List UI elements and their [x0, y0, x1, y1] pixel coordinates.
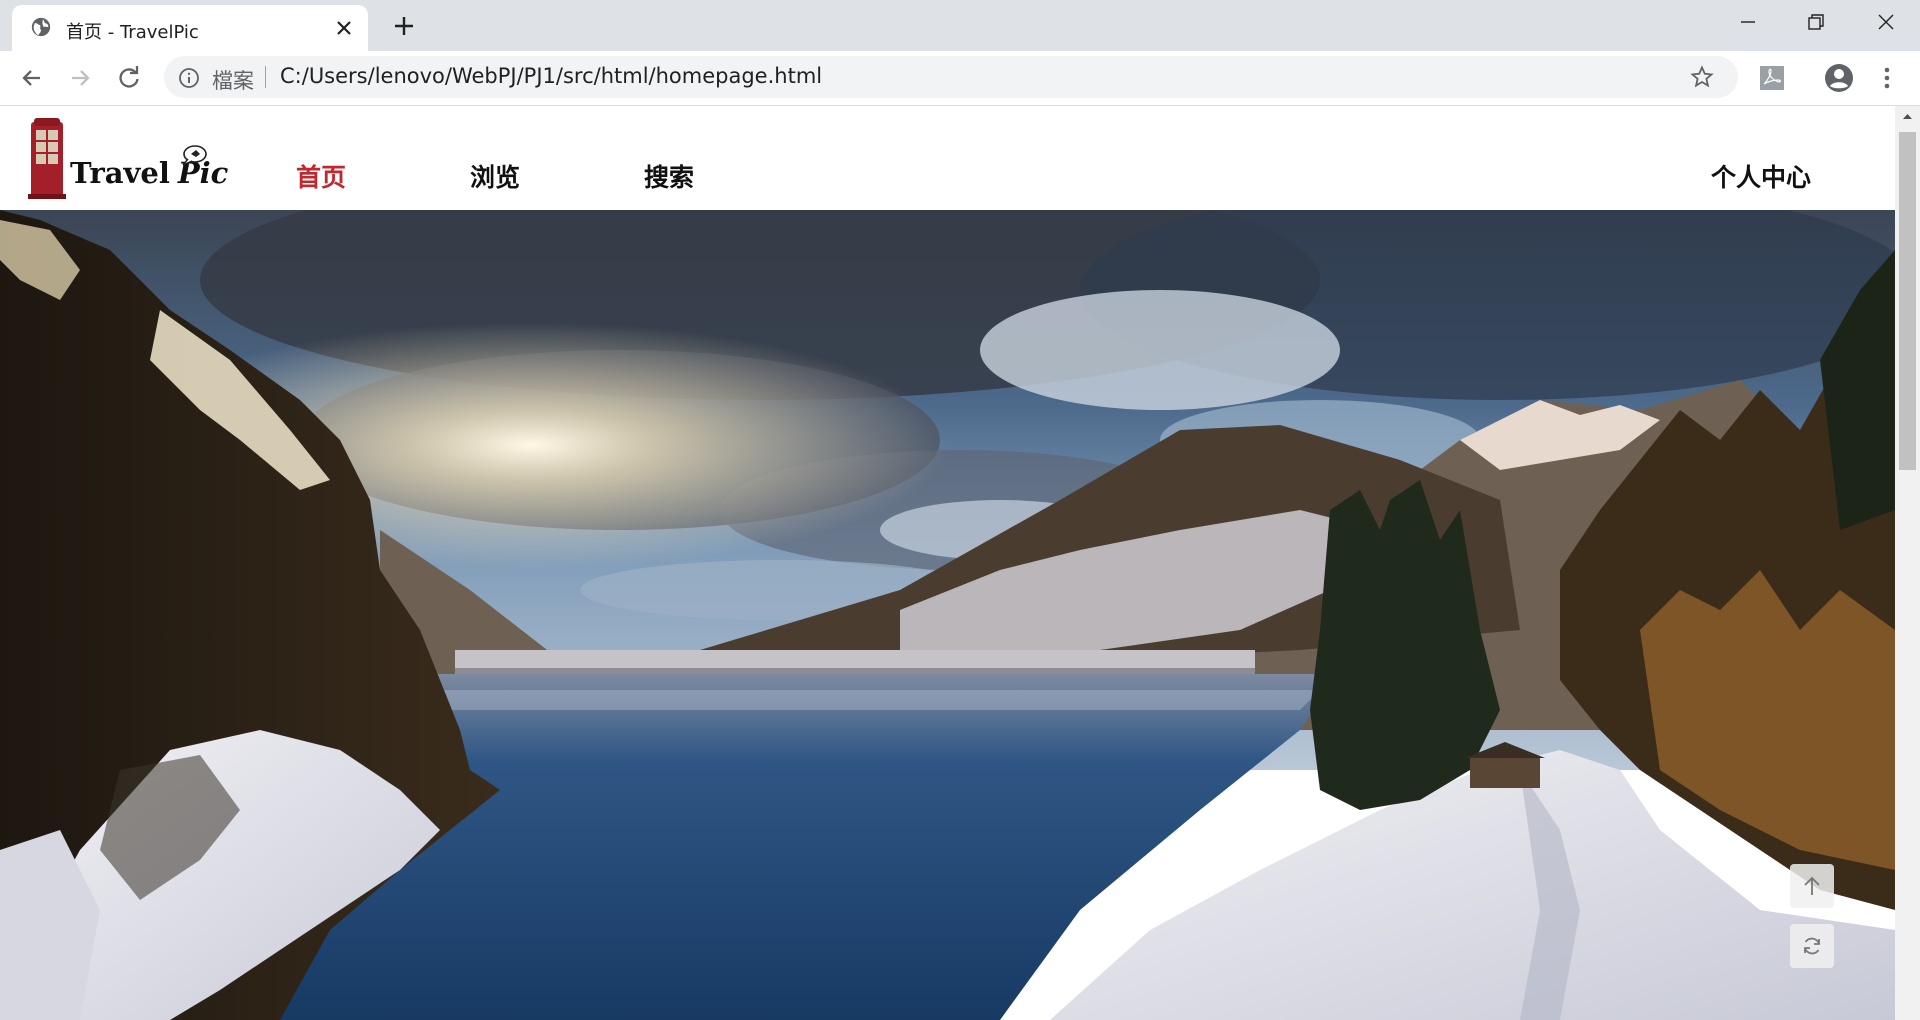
pdf-extension-icon[interactable] [1759, 65, 1785, 91]
refresh-button[interactable] [1790, 924, 1834, 968]
phone-booth-icon [28, 118, 66, 199]
mountain-lake-scene [0, 210, 1895, 1020]
nav-browse[interactable]: 浏览 [470, 158, 520, 194]
star-icon[interactable] [1690, 65, 1714, 89]
address-bar[interactable]: 檔案 C:/Users/lenovo/WebPJ/PJ1/src/html/ho… [164, 56, 1738, 98]
more-vert-icon[interactable] [1874, 65, 1900, 91]
separator [265, 66, 266, 88]
speech-bubble-icon [182, 145, 207, 166]
window-close-button[interactable] [1852, 0, 1920, 44]
restore-button[interactable] [1782, 0, 1850, 44]
globe-icon [31, 17, 51, 37]
arrow-up-icon [1804, 876, 1820, 895]
nav-profile[interactable]: 个人中心 [1711, 158, 1811, 194]
reload-icon[interactable] [115, 64, 143, 92]
tab-title: 首页 - TravelPic [66, 22, 199, 43]
page-scrollbar[interactable] [1895, 106, 1920, 1020]
site-logo[interactable]: Travel Pic [28, 116, 228, 200]
nav-home[interactable]: 首页 [296, 158, 346, 194]
page-viewport: Travel Pic 首页 浏览 搜索 个人中心 [0, 106, 1895, 1020]
arrow-right-icon[interactable] [66, 64, 94, 92]
refresh-icon [1804, 937, 1820, 955]
logo-text-travel: Travel [70, 156, 170, 190]
info-icon[interactable] [178, 67, 200, 89]
browser-tab[interactable]: 首页 - TravelPic [12, 5, 368, 51]
site-header: Travel Pic 首页 浏览 搜索 个人中心 [0, 106, 1895, 210]
close-icon [1878, 14, 1894, 30]
plus-icon[interactable] [390, 12, 418, 40]
scroll-up-arrow-icon[interactable] [1901, 110, 1914, 123]
security-label: 檔案 [212, 69, 254, 93]
arrow-left-icon[interactable] [18, 64, 46, 92]
minimize-button[interactable] [1714, 0, 1782, 44]
close-icon[interactable] [334, 18, 354, 38]
restore-icon [1808, 14, 1824, 30]
url-text[interactable]: C:/Users/lenovo/WebPJ/PJ1/src/html/homep… [280, 64, 822, 88]
back-to-top-button[interactable] [1790, 864, 1834, 908]
scrollbar-thumb[interactable] [1899, 132, 1916, 470]
hero-image [0, 210, 1895, 1020]
account-icon[interactable] [1824, 63, 1854, 93]
minimize-icon [1741, 21, 1755, 23]
nav-search[interactable]: 搜索 [644, 158, 694, 194]
browser-toolbar: 檔案 C:/Users/lenovo/WebPJ/PJ1/src/html/ho… [0, 51, 1920, 106]
browser-tab-strip: 首页 - TravelPic [0, 0, 1920, 51]
